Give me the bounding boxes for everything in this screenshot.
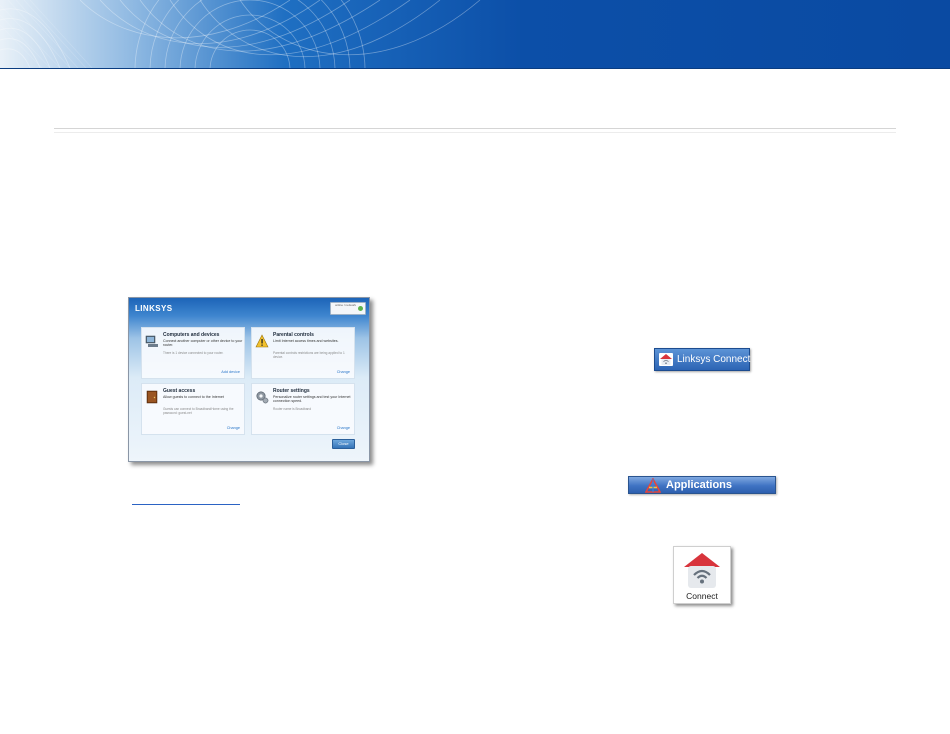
close-button[interactable]: Close	[332, 439, 355, 449]
add-device-link[interactable]: Add device	[221, 370, 240, 374]
card-description: Connect another computer or other device…	[163, 339, 243, 348]
change-link[interactable]: Change	[227, 426, 240, 430]
linksys-logo: LINKSYS	[135, 304, 173, 313]
hyperlink-underline[interactable]	[132, 504, 240, 505]
card-computers-and-devices[interactable]: Computers and devices Connect another co…	[141, 327, 245, 379]
card-description: Personalize router settings and test you…	[273, 395, 351, 404]
card-note: Router name is Broadband	[273, 407, 312, 411]
network-status-text: online / network	[334, 303, 356, 307]
linksys-dashboard-screenshot: LINKSYS online / network Computers and d…	[128, 297, 370, 462]
applications-folder-icon	[645, 478, 661, 493]
computer-icon	[145, 335, 158, 347]
card-note: Parental controls restrictions are being…	[273, 351, 345, 359]
warning-icon	[255, 334, 269, 348]
divider-line-light	[54, 132, 896, 133]
card-note: There is 1 device connected to your rout…	[163, 351, 224, 355]
linksys-connect-label: Linksys Connect	[677, 354, 751, 365]
applications-label: Applications	[666, 479, 733, 491]
header-banner	[0, 0, 950, 69]
card-parental-controls[interactable]: Parental controls Limit Internet access …	[251, 327, 355, 379]
connect-label: Connect	[686, 591, 718, 601]
router-gear-icon	[256, 391, 269, 404]
guest-door-icon	[146, 390, 158, 404]
linksys-connect-button[interactable]: Linksys Connect	[654, 348, 750, 371]
card-description: Limit Internet access times and websites…	[273, 339, 339, 343]
change-link[interactable]: Change	[337, 426, 350, 430]
status-ok-icon	[358, 306, 363, 311]
card-description: Allow guests to connect to the Internet	[163, 395, 224, 399]
divider-line	[54, 128, 896, 129]
card-title: Computers and devices	[163, 332, 220, 338]
card-guest-access[interactable]: Guest access Allow guests to connect to …	[141, 383, 245, 435]
change-link[interactable]: Change	[337, 370, 350, 374]
card-title: Parental controls	[273, 332, 314, 338]
card-note: Guests can connect to BroadbandHome usin…	[163, 407, 234, 415]
card-router-settings[interactable]: Router settings Personalize router setti…	[251, 383, 355, 435]
connect-app-icon[interactable]: Connect	[673, 546, 731, 604]
card-title: Guest access	[163, 388, 196, 394]
banner-wave-graphic	[0, 0, 481, 68]
applications-folder-item[interactable]: Applications	[628, 476, 776, 494]
card-title: Router settings	[273, 388, 310, 394]
home-wifi-app-icon	[684, 553, 720, 588]
network-status-box: online / network	[330, 302, 366, 315]
linksys-home-wifi-icon	[659, 353, 673, 366]
